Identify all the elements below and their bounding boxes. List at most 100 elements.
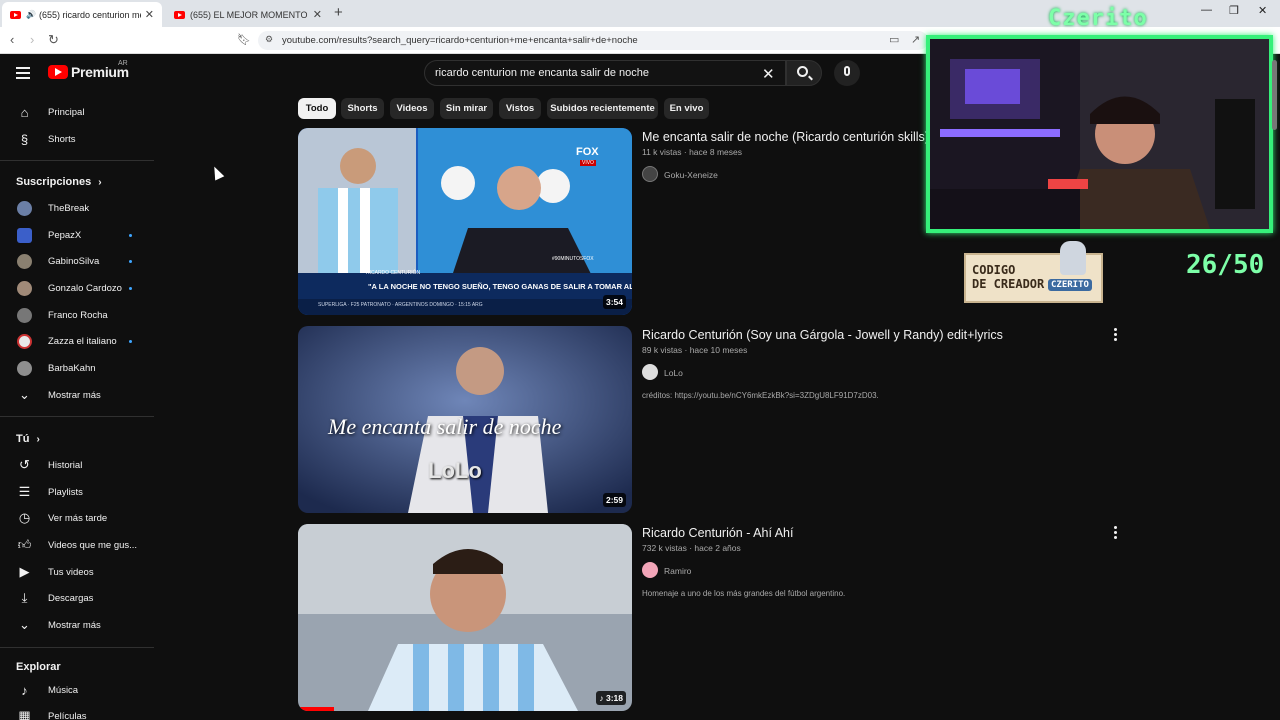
video-description: créditos: https://youtu.be/nCY6mkEzkBk?s… — [642, 391, 879, 400]
sidebar-item-home[interactable]: ⌂ Principal — [0, 99, 154, 125]
chip-recently-uploaded[interactable]: Subidos recientemente — [547, 98, 658, 119]
chip-unwatched[interactable]: Sin mirar — [440, 98, 493, 119]
duration-badge: ♪ 3:18 — [596, 691, 626, 705]
chip-watched[interactable]: Vistos — [499, 98, 541, 119]
sidebar-item-shorts[interactable]: § Shorts — [0, 126, 154, 152]
chip-all[interactable]: Todo — [298, 98, 336, 119]
menu-icon[interactable] — [16, 67, 30, 79]
voice-search-button[interactable] — [834, 60, 860, 86]
more-options-icon[interactable] — [1114, 526, 1118, 541]
tab-title: (655) EL MEJOR MOMENTO DE TOD — [190, 9, 309, 20]
show-more-subscriptions[interactable]: ⌄ Mostrar más — [0, 382, 154, 408]
sidebar-item-label: Historial — [48, 459, 83, 471]
minimize-icon[interactable]: — — [1201, 4, 1212, 16]
sidebar-item-subscription[interactable]: GabinoSilva — [0, 248, 154, 274]
thumbnail-name: RICARDO CENTURIÓN — [366, 270, 421, 276]
channel-avatar[interactable] — [642, 166, 658, 182]
sidebar-item-subscription[interactable]: BarbaKahn — [0, 355, 154, 381]
sidebar-item-subscription[interactable]: PepazX — [0, 222, 154, 248]
sidebar-item-watch-later[interactable]: ◷ Ver más tarde — [0, 505, 154, 531]
avatar — [17, 253, 32, 269]
sidebar-item-movies[interactable]: ▦ Películas — [0, 703, 154, 720]
sidebar-item-history[interactable]: ↺ Historial — [0, 452, 154, 478]
sidebar-item-label: Ver más tarde — [48, 512, 108, 524]
youtube-favicon-icon — [174, 10, 185, 19]
thumbnail-text: Me encanta salir de noche — [328, 414, 562, 439]
creator-code-text: CODIGO DE CREADOR — [972, 263, 1045, 291]
divider — [0, 647, 154, 648]
your-videos-icon: ▶ — [19, 564, 30, 579]
close-window-icon[interactable]: ✕ — [1258, 4, 1267, 17]
sidebar-item-subscription[interactable]: Zazza el italiano — [0, 328, 154, 354]
sidebar-item-your-videos[interactable]: ▶ Tus videos — [0, 559, 154, 585]
channel-name[interactable]: Goku-Xeneize — [664, 170, 718, 180]
video-result[interactable]: Me encanta salir de noche LoLo 2:59 Rica… — [298, 326, 1138, 516]
sidebar-item-liked[interactable]: 👍︎ Videos que me gus... — [0, 532, 154, 558]
channel-avatar[interactable] — [642, 364, 658, 380]
video-thumbnail[interactable]: Me encanta salir de noche LoLo 2:59 — [298, 326, 632, 513]
avatar — [17, 227, 32, 243]
thumbnail-hashtag: #90MINUTOSFOX — [552, 256, 594, 262]
video-thumbnail[interactable]: ♪ 3:18 — [298, 524, 632, 711]
streamer-name: Czerito — [1048, 6, 1148, 31]
avatar — [17, 360, 32, 376]
reload-icon[interactable]: ↻ — [48, 32, 59, 48]
divider — [0, 160, 154, 161]
bookmark-icon[interactable]: 🔖︎ — [237, 33, 251, 46]
forward-icon[interactable]: › — [30, 32, 34, 47]
thumbnail-art — [298, 524, 632, 711]
chip-videos[interactable]: Videos — [390, 98, 434, 119]
search-input[interactable]: ricardo centurion me encanta salir de no… — [424, 60, 786, 86]
video-meta: 11 k vistas · hace 8 meses — [642, 147, 742, 157]
creator-code-badge: CODIGO DE CREADOR CZERITO — [964, 241, 1103, 303]
restore-icon[interactable]: ❐ — [1229, 4, 1239, 17]
speaker-icon: 🔊 — [26, 10, 36, 19]
back-icon[interactable]: ‹ — [10, 32, 14, 47]
video-title[interactable]: Ricardo Centurión (Soy una Gárgola - Jow… — [642, 328, 1003, 342]
sidebar-item-subscription[interactable]: TheBreak — [0, 195, 154, 221]
sidebar-item-music[interactable]: ♪ Música — [0, 677, 154, 703]
close-icon[interactable]: ✕ — [762, 65, 775, 83]
new-content-dot — [129, 286, 132, 290]
divider — [0, 416, 154, 417]
show-more-you[interactable]: ⌄ Mostrar más — [0, 612, 154, 638]
close-tab-icon[interactable]: ✕ — [313, 8, 322, 21]
mouse-cursor-icon — [209, 164, 225, 181]
chip-live[interactable]: En vivo — [664, 98, 709, 119]
sidebar-item-label: Música — [48, 684, 79, 696]
video-result[interactable]: ♪ 3:18 Ricardo Centurión - Ahí Ahí 732 k… — [298, 524, 1138, 714]
site-info-icon[interactable]: ⚙ — [265, 34, 273, 45]
thumbs-up-icon: 👍︎ — [17, 537, 32, 552]
youtube-play-icon — [48, 65, 68, 79]
channel-name[interactable]: LoLo — [664, 368, 683, 378]
youtube-premium-logo[interactable]: Premium AR — [48, 60, 129, 80]
sidebar-item-subscription[interactable]: Franco Rocha — [0, 302, 154, 328]
cast-icon[interactable]: ▭ — [889, 33, 899, 46]
fox-logo: FOX — [576, 146, 599, 158]
channel-name[interactable]: Ramiro — [664, 566, 691, 576]
sidebar-item-playlists[interactable]: ☰ Playlists — [0, 479, 154, 505]
video-description: Homenaje a uno de los más grandes del fú… — [642, 589, 846, 598]
sidebar-item-label: Principal — [48, 106, 85, 118]
browser-tab[interactable]: (655) EL MEJOR MOMENTO DE TOD ✕ — [166, 2, 330, 27]
video-title[interactable]: Me encanta salir de noche (Ricardo centu… — [642, 130, 929, 144]
search-button[interactable] — [786, 60, 822, 86]
channel-avatar[interactable] — [642, 562, 658, 578]
more-options-icon[interactable] — [1114, 328, 1118, 343]
share-icon[interactable]: ↗ — [911, 33, 920, 46]
avatar — [17, 280, 32, 296]
page-scrollbar[interactable] — [1272, 60, 1277, 130]
sidebar-item-downloads[interactable]: ⤓ Descargas — [0, 585, 154, 611]
url-field[interactable]: ⚙ youtube.com/results?search_query=ricar… — [258, 31, 928, 50]
subscriptions-heading[interactable]: Suscripciones › — [16, 176, 102, 188]
browser-tab-active[interactable]: 🔊 (655) ricardo centurion me en ✕ — [2, 2, 162, 27]
close-tab-icon[interactable]: ✕ — [145, 8, 154, 21]
you-heading[interactable]: Tú › — [16, 433, 40, 445]
video-title[interactable]: Ricardo Centurión - Ahí Ahí — [642, 526, 793, 540]
chip-shorts[interactable]: Shorts — [341, 98, 384, 119]
sidebar-item-label: PepazX — [48, 229, 82, 241]
video-thumbnail[interactable]: "A LA NOCHE NO TENGO SUEÑO, TENGO GANAS … — [298, 128, 632, 315]
mic-icon — [844, 66, 850, 76]
sidebar-item-subscription[interactable]: Gonzalo Cardozo — [0, 275, 154, 301]
new-tab-button[interactable]: + — [334, 4, 343, 21]
